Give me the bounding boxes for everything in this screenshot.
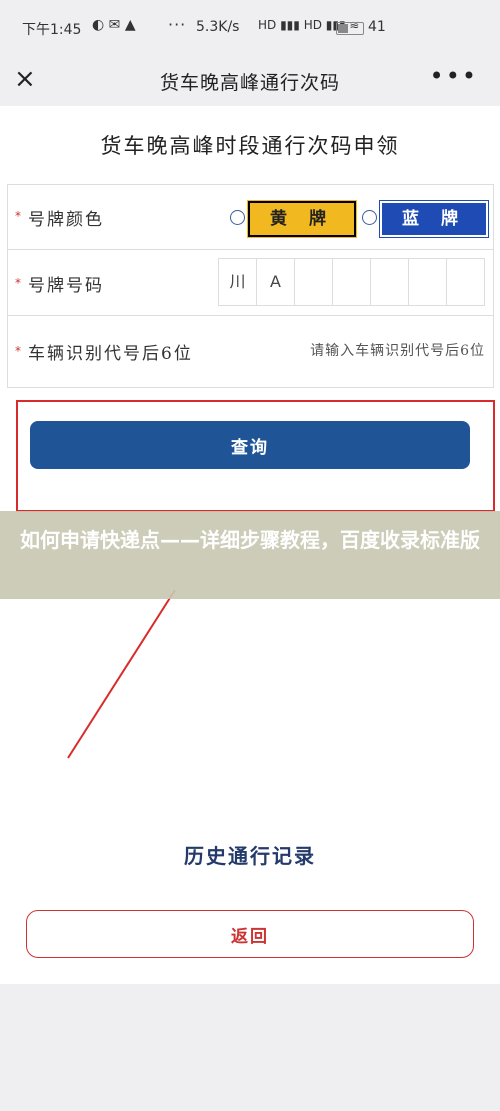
caption-text: 如何申请快递点——详细步骤教程，百度收录标准版: [20, 528, 480, 552]
caption-overlay: 如何申请快递点——详细步骤教程，百度收录标准版: [0, 511, 500, 599]
arrow-line: [67, 589, 176, 759]
